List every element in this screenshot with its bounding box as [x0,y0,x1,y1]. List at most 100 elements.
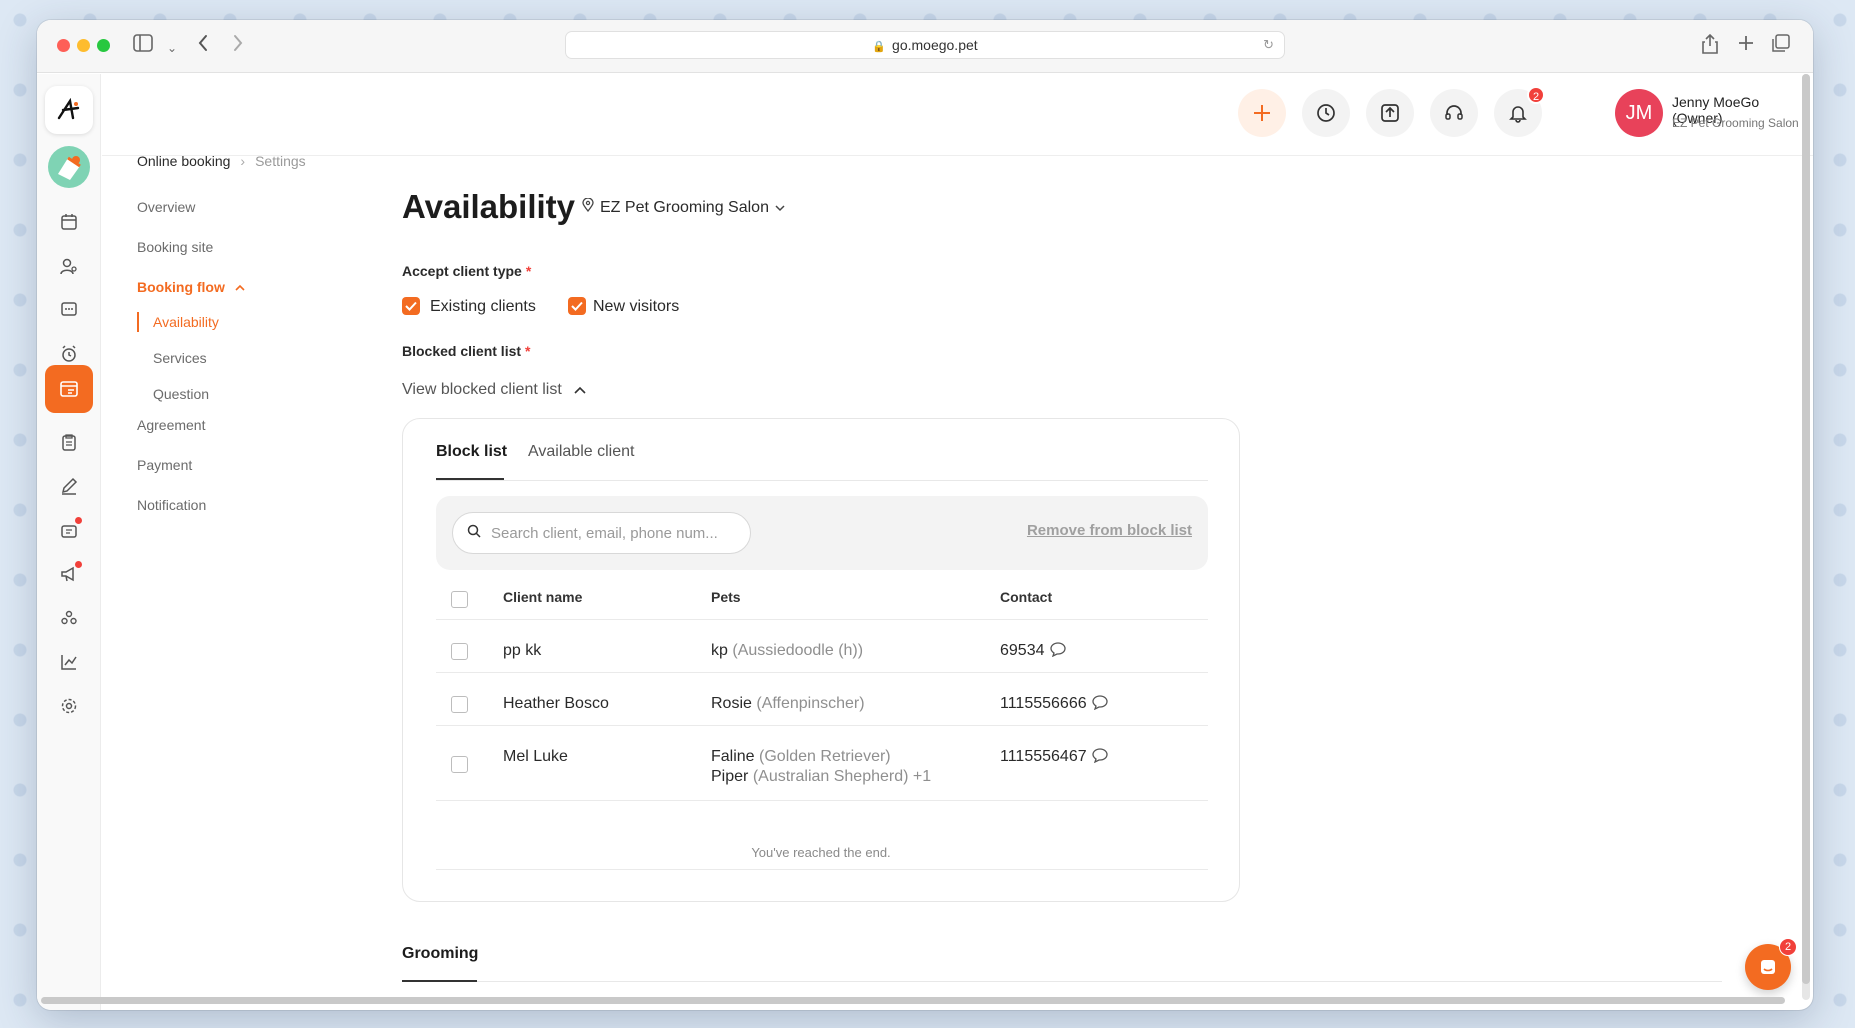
close-window-button[interactable] [57,39,70,52]
blocked-client-list-label: Blocked client list * [402,343,531,359]
plus-icon [1254,105,1270,121]
settings-gear-icon[interactable] [53,690,85,722]
message-bubble-icon[interactable] [1091,695,1108,715]
online-booking-icon[interactable] [45,365,93,413]
required-mark: * [525,343,531,359]
history-button[interactable] [1302,89,1350,137]
horizontal-scrollbar[interactable] [41,997,1785,1004]
new-visitors-label[interactable]: New visitors [593,298,679,316]
app-rail [37,74,101,1010]
tab-block-list[interactable]: Block list [436,443,507,461]
pet-name: kp [711,642,728,659]
accept-client-type-label: Accept client type * [402,263,531,279]
chat-badge: 2 [1779,938,1797,956]
table-divider [436,672,1208,673]
chevron-up-icon [574,381,586,399]
reports-chart-icon[interactable] [53,646,85,678]
forward-icon[interactable] [232,34,244,56]
column-client-name: Client name [503,589,583,605]
existing-clients-checkbox[interactable] [402,297,420,315]
back-icon[interactable] [197,34,209,56]
clock-icon [1317,104,1335,122]
search-input[interactable]: Search client, email, phone num... [452,512,751,554]
upload-icon [1381,104,1399,122]
messages-icon[interactable] [53,294,85,326]
new-visitors-checkbox[interactable] [568,297,586,315]
retail-icon[interactable] [53,514,85,546]
vertical-scrollbar-thumb[interactable] [1802,74,1810,984]
tab-grooming[interactable]: Grooming [402,945,478,963]
tab-overview-icon[interactable] [1772,34,1790,56]
upload-button[interactable] [1366,89,1414,137]
quick-add-button[interactable] [1238,89,1286,137]
minimize-window-button[interactable] [77,39,90,52]
notifications-button[interactable]: 2 [1494,86,1545,137]
new-tab-icon[interactable] [1737,34,1755,56]
tab-divider [436,480,1208,481]
headset-icon [1445,105,1463,120]
active-tab-underline [436,478,504,480]
end-of-list-text: You've reached the end. [751,845,891,860]
contact-number: 69534 [1000,642,1045,659]
chevron-down-icon[interactable]: ⌄ [167,38,177,58]
contact-cell: 1115556666 [1000,695,1108,715]
location-selector[interactable]: EZ Pet Grooming Salon [582,197,785,217]
row-checkbox[interactable] [451,756,468,773]
pet-name: Piper [711,768,749,785]
nav-booking-flow[interactable]: Booking flow [137,279,245,295]
marketing-megaphone-icon[interactable] [53,558,85,590]
check-icon [405,301,417,311]
clipboard-icon[interactable] [53,426,85,458]
nav-payment[interactable]: Payment [137,457,192,473]
breadcrumb: Online booking › Settings [137,153,306,169]
table-divider [436,869,1208,870]
location-name: EZ Pet Grooming Salon [600,198,769,216]
moego-logo-icon[interactable] [45,86,93,134]
nav-question[interactable]: Question [153,386,209,402]
notification-count-badge: 2 [1527,86,1545,104]
address-bar[interactable]: 🔒 go.moego.pet ↻ [565,31,1285,59]
sidebar-toggle-icon[interactable] [133,34,153,56]
view-blocked-list-toggle[interactable]: View blocked client list [402,381,586,399]
pets-cell: Rosie (Affenpinscher) [711,695,865,713]
remove-from-block-list-button[interactable]: Remove from block list [1027,522,1192,539]
maximize-window-button[interactable] [97,39,110,52]
breadcrumb-online-booking[interactable]: Online booking [137,153,230,169]
nav-overview[interactable]: Overview [137,199,195,215]
business-avatar[interactable] [48,146,90,188]
support-button[interactable] [1430,89,1478,137]
bell-icon [1509,106,1527,123]
calendar-icon[interactable] [53,206,85,238]
share-icon[interactable] [1701,33,1719,58]
table-divider [436,725,1208,726]
pet-breed: (Golden Retriever) [759,748,891,765]
tab-available-client[interactable]: Available client [528,443,634,461]
select-all-checkbox[interactable] [451,591,468,608]
clients-icon[interactable] [53,250,85,282]
pets-cell-second: Piper (Australian Shepherd) +1 [711,768,931,786]
pen-icon[interactable] [53,470,85,502]
team-icon[interactable] [53,602,85,634]
reload-icon[interactable]: ↻ [1263,32,1274,58]
vertical-scrollbar[interactable] [1802,74,1810,1000]
existing-clients-label[interactable]: Existing clients [430,298,536,316]
chat-support-button[interactable]: 2 [1745,938,1797,990]
nav-services[interactable]: Services [153,350,207,366]
user-business-name: EZ Pet Grooming Salon [1672,116,1799,130]
nav-agreement[interactable]: Agreement [137,417,205,433]
message-bubble-icon[interactable] [1091,748,1108,768]
chevron-right-icon: › [240,153,246,169]
client-name-cell: Mel Luke [503,748,568,765]
user-avatar[interactable]: JM [1615,89,1663,137]
message-bubble-icon[interactable] [1049,642,1066,662]
browser-window: ⌄ 🔒 go.moego.pet ↻ 2 JM Jenny MoeGo (Own… [37,20,1813,1010]
pets-cell: Faline (Golden Retriever) [711,748,891,766]
row-checkbox[interactable] [451,643,468,660]
nav-notification[interactable]: Notification [137,497,206,513]
active-tab-underline [402,980,477,982]
nav-booking-site[interactable]: Booking site [137,239,213,255]
url-text: go.moego.pet [892,37,978,53]
pet-breed: (Affenpinscher) [756,695,865,712]
nav-availability[interactable]: Availability [153,314,219,330]
row-checkbox[interactable] [451,696,468,713]
